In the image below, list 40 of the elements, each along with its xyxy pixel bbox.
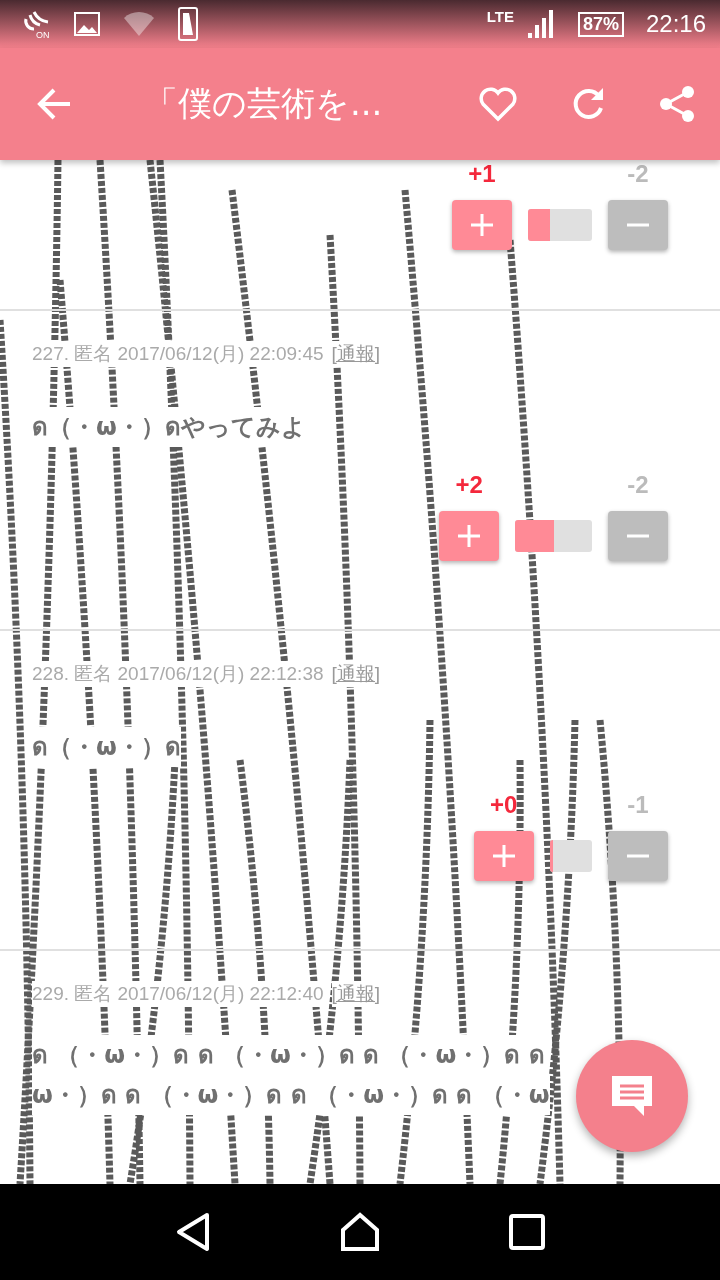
downvote-button[interactable] [608, 200, 668, 250]
wifi-icon [122, 10, 156, 38]
phone-icon [178, 7, 198, 41]
back-icon[interactable] [174, 1212, 211, 1252]
downvote-count: -2 [626, 471, 650, 499]
upvote-count: +0 [488, 791, 519, 819]
post-meta: 228. 匿名 2017/06/12(月) 22:12:38 [32, 661, 324, 687]
report-link[interactable]: [通報] [331, 981, 381, 1007]
upvote-count: +1 [467, 160, 497, 188]
recent-apps-icon[interactable] [509, 1214, 546, 1250]
downvote-count: -2 [626, 160, 650, 188]
post-meta: 227. 匿名 2017/06/12(月) 22:09:45 [32, 341, 324, 367]
chat-icon [610, 1074, 654, 1118]
home-icon[interactable] [340, 1212, 380, 1252]
upvote-button[interactable] [439, 511, 500, 561]
network-type: LTE [486, 7, 514, 25]
minus-icon [625, 534, 651, 538]
downvote-button[interactable] [608, 831, 668, 881]
minus-icon [625, 854, 651, 858]
post-meta: 229. 匿名 2017/06/12(月) 22:12:40 [32, 981, 324, 1007]
report-link[interactable]: [通報] [331, 661, 381, 687]
upvote-count: +2 [454, 471, 484, 499]
battery-level: 87% [577, 11, 624, 37]
heart-icon[interactable] [478, 84, 518, 124]
clock: 22:16 [645, 10, 706, 38]
vote-ratio-bar [549, 840, 592, 872]
downvote-button[interactable] [608, 511, 668, 561]
vote-ratio-bar [528, 209, 592, 241]
plus-icon [456, 523, 483, 549]
upvote-button[interactable] [473, 831, 534, 881]
plus-icon [469, 212, 495, 238]
toolbar-title: 「僕の芸術を... [144, 82, 384, 125]
minus-icon [625, 223, 651, 227]
signal-icon [525, 9, 556, 39]
comment-button[interactable] [576, 1040, 688, 1152]
downvote-count: -1 [626, 791, 650, 819]
plus-icon [490, 843, 517, 869]
report-link[interactable]: [通報] [331, 341, 381, 367]
image-icon [74, 12, 100, 36]
upvote-button[interactable] [452, 200, 512, 250]
